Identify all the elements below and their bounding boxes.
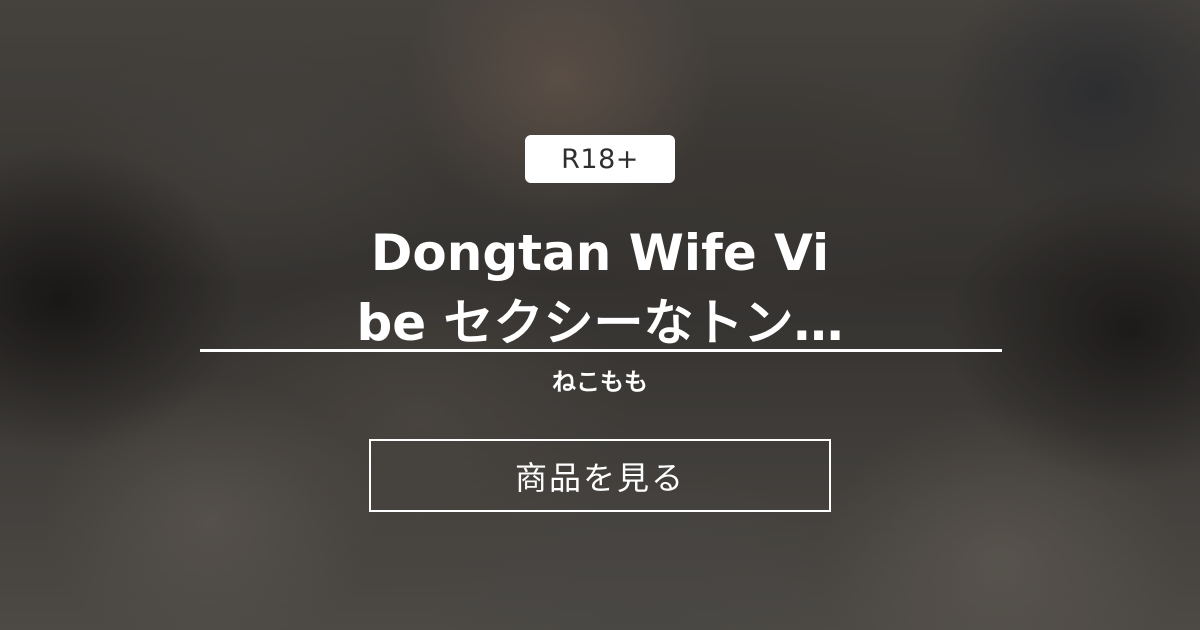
- age-rating-badge: R18+: [525, 135, 675, 183]
- product-title-line-1: Dongtan Wife Vi: [370, 224, 830, 282]
- view-product-button[interactable]: 商品を見る: [369, 439, 831, 512]
- product-title: Dongtan Wife Vi be セクシーなトン…: [200, 218, 1000, 358]
- product-title-line-2: be セクシーなトン…: [356, 294, 844, 352]
- author-name: ねこもも: [552, 368, 648, 396]
- title-divider: [200, 349, 1002, 352]
- product-card: R18+ Dongtan Wife Vi be セクシーなトン… ねこもも 商品…: [0, 0, 1200, 630]
